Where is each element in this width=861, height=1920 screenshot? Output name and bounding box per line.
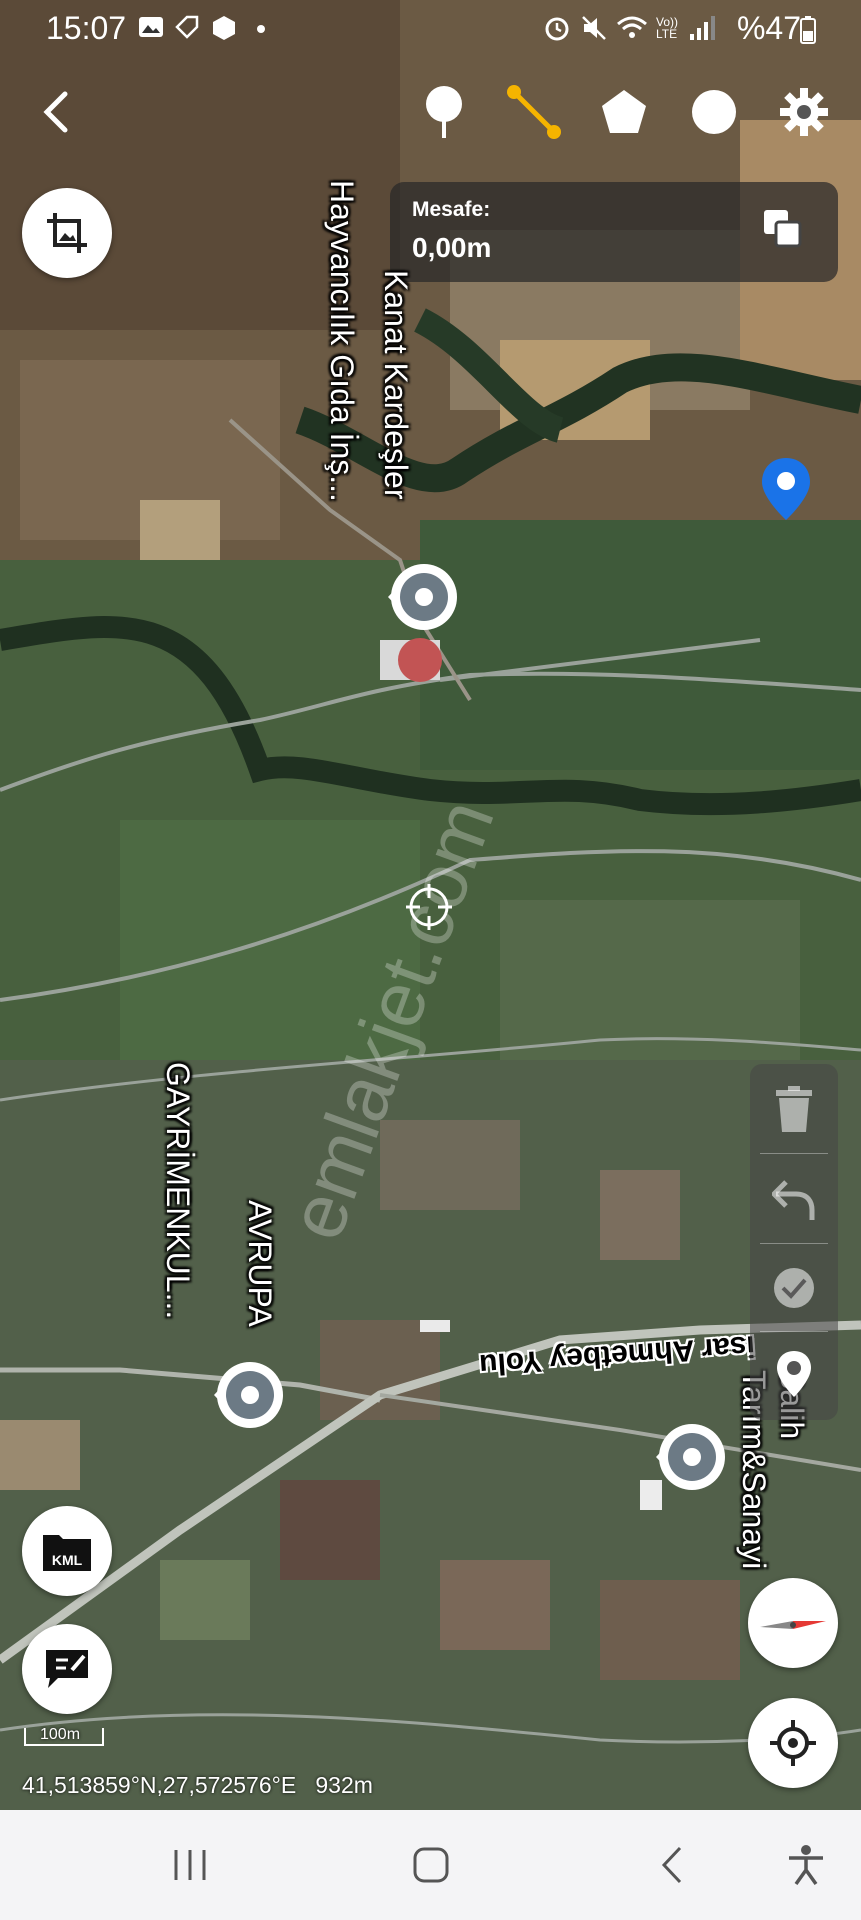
package-notification-icon xyxy=(213,16,235,40)
undo-icon xyxy=(772,1180,815,1220)
home-icon[interactable] xyxy=(412,1846,450,1884)
scale-label: 100m xyxy=(40,1726,81,1743)
tag-notification-icon xyxy=(175,15,199,39)
check-circle-icon xyxy=(774,1268,814,1308)
delete-button[interactable] xyxy=(750,1066,838,1154)
map-pin-icon xyxy=(426,86,462,138)
add-point-button[interactable] xyxy=(750,1330,838,1418)
polygon-tool-button[interactable] xyxy=(592,80,656,144)
map-layer-button[interactable] xyxy=(22,188,112,278)
copy-button[interactable] xyxy=(760,206,810,256)
panel-separator xyxy=(760,1153,828,1154)
edit-tools-panel xyxy=(750,1064,838,1420)
place-marker-salih[interactable] xyxy=(650,1420,730,1494)
status-bar: 15:07 Vo)) LTE %47 xyxy=(0,0,861,60)
place-label-avrupa: AVRUPA xyxy=(241,1200,278,1327)
gallery-notification-icon xyxy=(139,17,163,37)
accessibility-icon[interactable] xyxy=(786,1844,826,1886)
crosshair-icon xyxy=(406,884,452,930)
back-button[interactable] xyxy=(24,80,88,144)
undo-button[interactable] xyxy=(750,1156,838,1244)
dot-notification-icon xyxy=(257,25,265,33)
place-label-kanat: Kanat Kardeşler xyxy=(377,270,414,499)
back-nav-icon[interactable] xyxy=(660,1846,684,1884)
coordinates: 41,513859°N,27,572576°E xyxy=(22,1772,297,1798)
line-tool-button[interactable] xyxy=(502,80,566,144)
altitude: 932m xyxy=(315,1772,373,1798)
system-nav-bar xyxy=(0,1810,861,1920)
mute-icon xyxy=(582,16,606,40)
my-location-button[interactable] xyxy=(748,1698,838,1788)
gear-icon xyxy=(780,88,828,136)
circle-tool-button[interactable] xyxy=(682,80,746,144)
place-label-kanat-line2: Hayvancılık Gıda İnş... xyxy=(324,180,360,502)
location-pin-icon xyxy=(777,1351,811,1397)
distance-label: Mesafe: xyxy=(412,198,491,221)
circle-icon xyxy=(692,90,736,134)
lte-indicator: Vo)) LTE xyxy=(656,15,679,41)
place-marker-kanat[interactable] xyxy=(382,560,462,634)
image-crop-icon xyxy=(47,213,87,253)
compass-icon xyxy=(760,1621,826,1629)
note-button[interactable] xyxy=(22,1624,112,1714)
road-label-prefix: isar xyxy=(700,1329,756,1366)
status-time: 15:07 xyxy=(46,10,127,46)
settings-button[interactable] xyxy=(772,80,836,144)
chevron-left-icon xyxy=(43,91,68,133)
wifi-icon xyxy=(617,16,647,38)
place-label-avrupa-sub: GAYRİMENKUL... xyxy=(159,1062,196,1319)
place-label-avrupa-line2: GAYRİMENKUL... xyxy=(160,1062,196,1320)
trash-icon xyxy=(776,1086,812,1132)
copy-icon xyxy=(764,210,802,248)
current-location-pin[interactable] xyxy=(760,456,812,522)
recent-apps-icon[interactable] xyxy=(172,1848,208,1882)
place-label-avrupa-line1: AVRUPA xyxy=(242,1200,278,1327)
signal-icon xyxy=(690,16,715,40)
kml-label: KML xyxy=(51,1552,83,1568)
place-label-kanat-line1: Kanat Kardeşler xyxy=(378,270,414,500)
distance-panel: Mesafe: 0,00m xyxy=(390,182,838,282)
compass-button[interactable] xyxy=(748,1578,838,1668)
edit-note-icon xyxy=(46,1650,88,1688)
battery-percent: %47 xyxy=(736,10,801,46)
place-label-kanat-sub: Hayvancılık Gıda İnş... xyxy=(323,180,360,502)
alarm-icon xyxy=(545,17,569,41)
pentagon-icon xyxy=(602,90,646,133)
line-measure-icon xyxy=(507,85,561,139)
kml-button[interactable]: KML xyxy=(22,1506,112,1596)
confirm-button[interactable] xyxy=(750,1244,838,1332)
gps-target-icon xyxy=(770,1720,816,1766)
coordinate-readout: 41,513859°N,27,572576°E 932m xyxy=(22,1772,373,1799)
place-marker-avrupa[interactable] xyxy=(208,1358,288,1432)
distance-value: 0,00m xyxy=(412,232,492,263)
pin-tool-button[interactable] xyxy=(412,80,476,144)
battery-icon xyxy=(800,16,816,44)
